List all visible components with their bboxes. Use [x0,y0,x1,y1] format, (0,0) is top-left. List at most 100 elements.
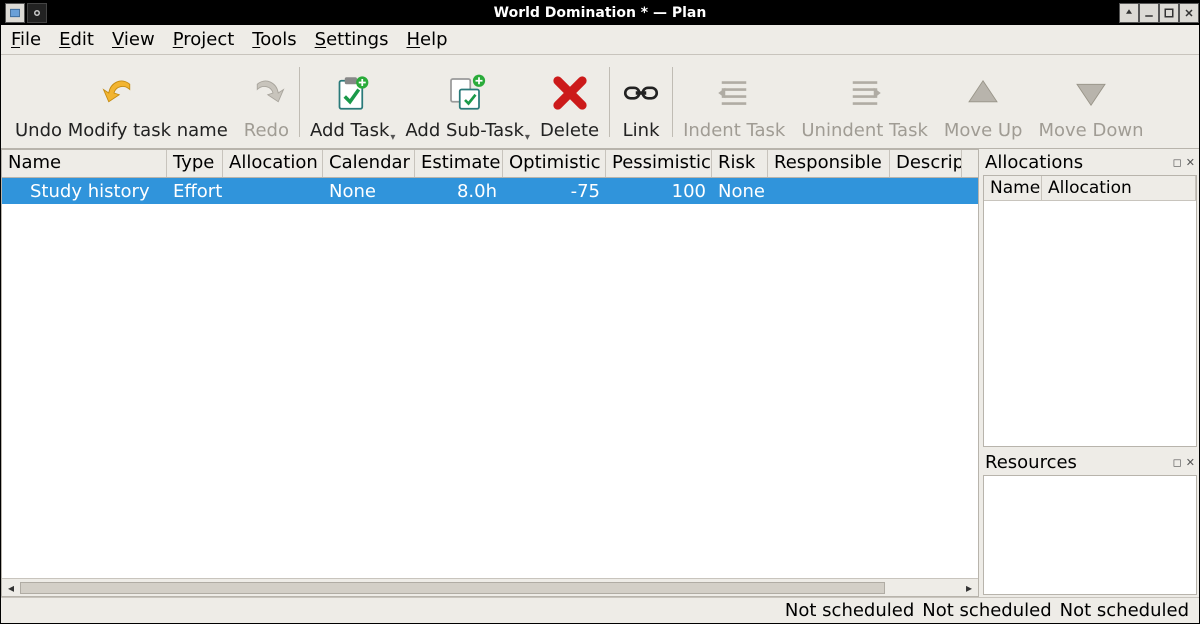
move-up-button[interactable]: Move Up [936,57,1031,147]
unindent-task-button[interactable]: Unindent Task [793,57,936,147]
delete-label: Delete [540,120,599,141]
move-down-button[interactable]: Move Down [1030,57,1151,147]
scroll-left-icon[interactable]: ◂ [2,580,20,596]
indent-icon [713,72,755,114]
side-pane: Allocations ◻ ✕ Name Allocation Resource… [981,149,1199,597]
app-window: World Domination * — Plan File Edit View… [0,0,1200,624]
cell-optimistic: -75 [503,181,606,202]
window-title: World Domination * — Plan [1,5,1199,21]
cell-estimate: 8.0h [415,181,503,202]
grid-header: Name Type Allocation Calendar Estimate O… [2,150,978,178]
add-subtask-button[interactable]: Add Sub-Task ▾ [397,57,532,147]
add-subtask-label: Add Sub-Task [405,120,524,141]
horizontal-scrollbar[interactable]: ◂ ▸ [2,578,978,596]
dropdown-icon[interactable]: ▾ [390,132,395,143]
dropdown-icon[interactable]: ▾ [525,132,530,143]
menubar: File Edit View Project Tools Settings He… [1,25,1199,55]
close-icon[interactable] [1179,3,1199,23]
titlebar: World Domination * — Plan [1,1,1199,25]
table-row[interactable]: Study history Effort None 8.0h -75 100 N… [2,178,978,204]
add-subtask-icon [444,72,486,114]
menu-project[interactable]: Project [173,29,235,50]
resources-panel: Resources ◻ ✕ [981,449,1199,597]
app-menu-icon[interactable] [5,3,25,23]
content-area: Name Type Allocation Calendar Estimate O… [1,149,1199,597]
menu-settings[interactable]: Settings [315,29,389,50]
statusbar: Not scheduled Not scheduled Not schedule… [1,597,1199,623]
col-allocation[interactable]: Allocation [223,150,323,177]
link-icon [620,72,662,114]
status-field-1: Not scheduled [785,600,914,621]
col-description[interactable]: Descrip [890,150,962,177]
col-type[interactable]: Type [167,150,223,177]
menu-help[interactable]: Help [406,29,447,50]
link-label: Link [623,120,660,141]
unindent-icon [844,72,886,114]
indent-label: Indent Task [683,120,785,141]
scroll-right-icon[interactable]: ▸ [960,580,978,596]
status-field-3: Not scheduled [1060,600,1189,621]
move-up-icon [962,72,1004,114]
panel-float-icon[interactable]: ◻ [1173,456,1182,469]
keep-above-icon[interactable] [1119,3,1139,23]
move-down-icon [1070,72,1112,114]
status-field-2: Not scheduled [922,600,1051,621]
move-down-label: Move Down [1038,120,1143,141]
panel-float-icon[interactable]: ◻ [1173,156,1182,169]
col-pessimistic[interactable]: Pessimistic [606,150,712,177]
panel-close-icon[interactable]: ✕ [1186,156,1195,169]
resources-title: esources [997,452,1077,473]
unindent-label: Unindent Task [801,120,928,141]
toolbar-separator [609,67,610,137]
resources-body[interactable] [983,475,1197,595]
allocations-panel: Allocations ◻ ✕ Name Allocation [981,149,1199,449]
maximize-icon[interactable] [1159,3,1179,23]
col-risk[interactable]: Risk [712,150,768,177]
cell-calendar: None [323,181,415,202]
cell-pessimistic: 100 [606,181,712,202]
allocations-header: Name Allocation [984,176,1196,201]
minimize-icon[interactable] [1139,3,1159,23]
cell-name: Study history [2,181,167,202]
col-responsible[interactable]: Responsible [768,150,890,177]
resources-title-bar: Resources ◻ ✕ [981,449,1199,475]
menu-file[interactable]: File [11,29,41,50]
redo-button[interactable]: Redo [236,57,297,147]
toolbar: Undo Modify task name Redo Add Task ▾ [1,55,1199,149]
undo-icon [100,72,142,114]
delete-icon [549,72,591,114]
undo-label: Undo Modify task name [15,120,228,141]
panel-close-icon[interactable]: ✕ [1186,456,1195,469]
allocations-body[interactable]: Name Allocation [983,175,1197,447]
undo-button[interactable]: Undo Modify task name [7,57,236,147]
toolbar-separator [299,67,300,137]
add-task-label: Add Task [310,120,389,141]
indent-task-button[interactable]: Indent Task [675,57,793,147]
menu-edit[interactable]: Edit [59,29,94,50]
add-task-icon [329,72,371,114]
redo-icon [245,72,287,114]
cell-type: Effort [167,181,223,202]
add-task-button[interactable]: Add Task ▾ [302,57,397,147]
toolbar-separator [672,67,673,137]
move-up-label: Move Up [944,120,1023,141]
grid-body[interactable]: Study history Effort None 8.0h -75 100 N… [2,178,978,578]
redo-label: Redo [244,120,289,141]
menu-tools[interactable]: Tools [252,29,296,50]
col-optimistic[interactable]: Optimistic [503,150,606,177]
col-name[interactable]: Name [2,150,167,177]
alloc-col-name[interactable]: Name [984,176,1042,200]
col-calendar[interactable]: Calendar [323,150,415,177]
allocations-title: llocations [997,152,1083,173]
scroll-track[interactable] [20,581,960,595]
scroll-thumb[interactable] [20,582,885,594]
delete-button[interactable]: Delete [532,57,607,147]
col-estimate[interactable]: Estimate [415,150,503,177]
menu-view[interactable]: View [112,29,155,50]
alloc-col-allocation[interactable]: Allocation [1042,176,1196,200]
task-grid: Name Type Allocation Calendar Estimate O… [1,149,979,597]
pin-icon[interactable] [27,3,47,23]
link-button[interactable]: Link [612,57,670,147]
allocations-title-bar: Allocations ◻ ✕ [981,149,1199,175]
cell-risk: None [712,181,768,202]
